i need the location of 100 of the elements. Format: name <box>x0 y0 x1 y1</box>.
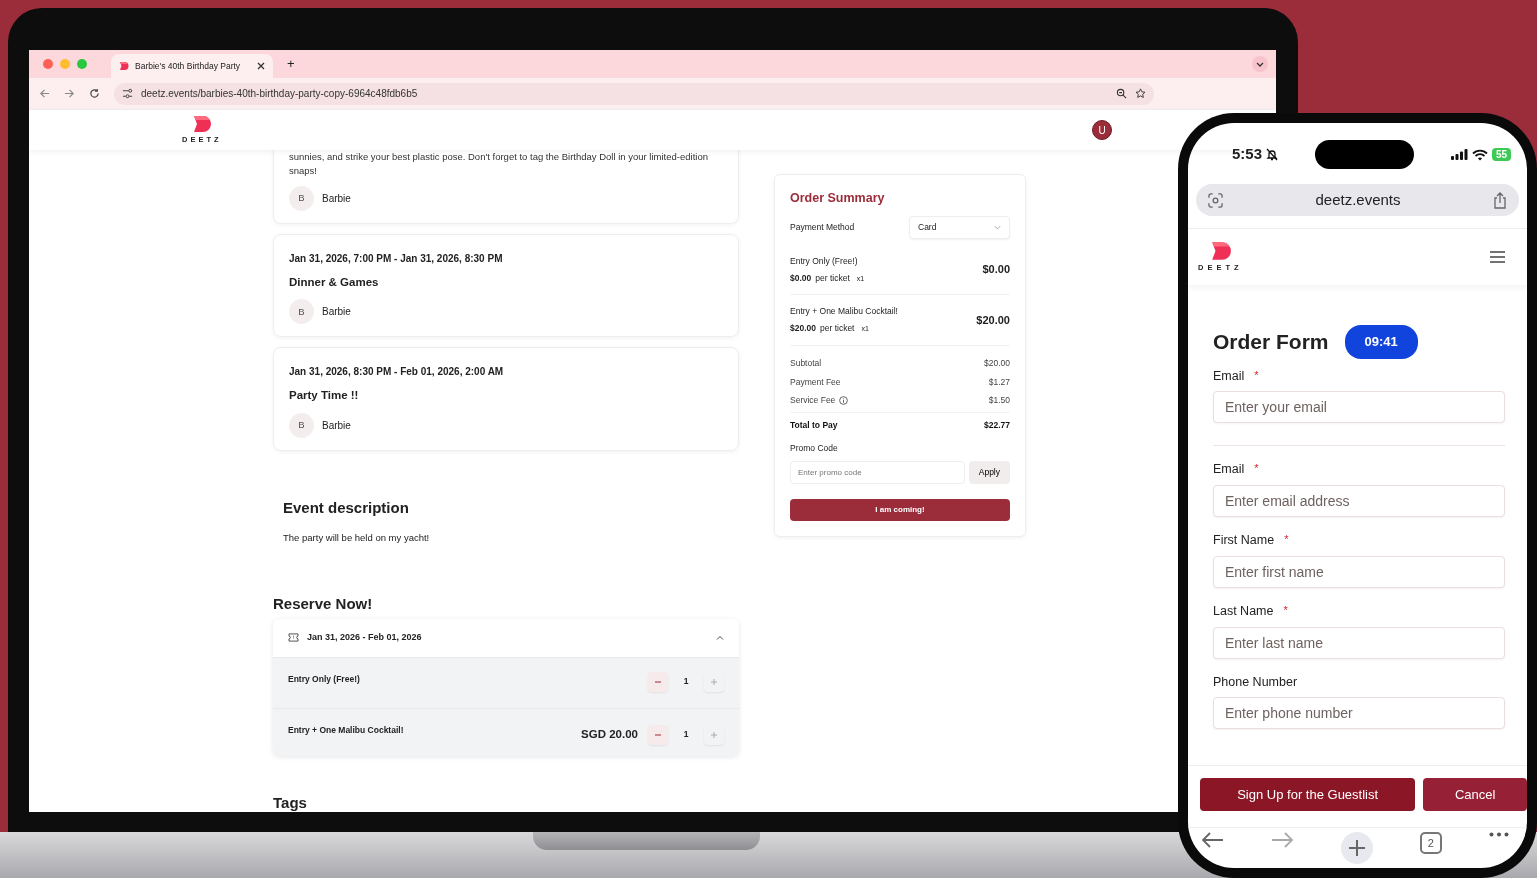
payment-method-label: Payment Method <box>790 220 855 234</box>
total-label: Subtotal <box>790 356 822 370</box>
minus-button[interactable] <box>648 671 668 692</box>
star-icon[interactable] <box>1135 88 1146 99</box>
chevron-down-icon <box>994 224 1001 230</box>
ticket-name: Entry Only (Free!) <box>288 672 361 686</box>
required-mark: * <box>1283 602 1288 618</box>
text-field[interactable]: Enter last name <box>1213 626 1505 659</box>
schedule-description: sunnies, and strike your best plastic pose. Don't forget to tag the Birthday Doll in your limited-edition snaps! <box>289 150 709 178</box>
browser-tab[interactable]: Barbie's 40th Birthday Party <box>111 54 273 78</box>
required-mark: * <box>1284 532 1289 547</box>
total-label: Service Fee <box>790 394 836 407</box>
item-total: $20.00 <box>976 312 1010 328</box>
total-value: $1.27 <box>988 375 1010 389</box>
info-icon <box>839 396 849 406</box>
status-time: 5:53 <box>1232 144 1263 165</box>
tab-title: Barbie's 40th Birthday Party <box>135 59 242 73</box>
unit-price: $20.00 <box>790 322 816 335</box>
payment-method-select[interactable]: Card <box>909 215 1010 239</box>
screen-capture-icon[interactable] <box>1208 192 1223 208</box>
host-name: Barbie <box>322 192 351 206</box>
more-icon[interactable] <box>1489 832 1509 837</box>
host-avatar: B <box>289 299 314 325</box>
host-avatar: B <box>289 412 314 438</box>
total-value: $22.77 <box>984 419 1010 432</box>
text-field[interactable]: Enter email address <box>1213 485 1505 517</box>
forward-icon[interactable] <box>64 88 75 99</box>
reload-icon[interactable] <box>89 88 100 99</box>
description-text: The party will be held on my yacht! <box>283 530 431 545</box>
schedule-title: Party Time !! <box>289 388 360 404</box>
countdown-timer: 09:41 <box>1344 325 1418 359</box>
section-heading: Tags <box>273 794 308 812</box>
summary-title: Order Summary <box>790 190 886 207</box>
text-field[interactable]: Enter first name <box>1213 555 1505 588</box>
unit-label: per ticket <box>815 271 850 285</box>
logo-icon <box>119 61 129 71</box>
form-title: Order Form <box>1213 329 1329 355</box>
unit-label: per ticket <box>820 322 855 335</box>
item-name: Entry Only (Free!) <box>790 254 859 268</box>
field-label: Last Name <box>1213 602 1274 620</box>
total-value: $1.50 <box>988 394 1010 407</box>
signal-icon <box>1450 149 1468 160</box>
url-text: deetz.events <box>1315 189 1401 210</box>
schedule-date: Jan 31, 2026, 7:00 PM - Jan 31, 2026, 8:30 PM <box>289 252 504 266</box>
bell-slash-icon <box>1266 148 1279 161</box>
apply-button[interactable]: Apply <box>968 460 1010 484</box>
address-bar[interactable]: deetz.events <box>1196 184 1519 216</box>
new-tab-button[interactable] <box>1340 832 1373 864</box>
required-mark: * <box>1254 367 1259 383</box>
text-field[interactable]: Enter your email <box>1213 391 1505 424</box>
promo-label: Promo Code <box>790 441 839 455</box>
ticket-quantity: 1 <box>682 675 690 689</box>
host-name: Barbie <box>322 418 351 433</box>
ticket-price: SGD 20.00 <box>581 727 638 743</box>
user-avatar[interactable]: U <box>1092 120 1112 140</box>
schedule-title: Dinner & Games <box>289 275 380 290</box>
url-text: deetz.events/barbies-40th-birthday-party-copy-6964c48fdb6b5 <box>141 87 419 101</box>
promo-code-field[interactable]: Enter promo code <box>790 460 965 484</box>
wifi-icon <box>1471 148 1488 161</box>
host-name: Barbie <box>322 305 351 320</box>
required-mark: * <box>1254 461 1259 477</box>
plus-icon <box>1347 839 1366 857</box>
field-label: Email <box>1213 461 1245 479</box>
address-bar[interactable]: deetz.events/barbies-40th-birthday-party-copy-6964c48fdb6b5 <box>114 82 1154 105</box>
total-label: Total to Pay <box>790 419 838 432</box>
plus-icon <box>710 677 718 686</box>
section-heading: Event description <box>283 498 410 517</box>
menu-icon[interactable] <box>1490 251 1505 263</box>
ticket-icon <box>288 633 299 643</box>
text-field[interactable]: Enter phone number <box>1213 697 1505 730</box>
ticket-name: Entry + One Malibu Cocktail! <box>288 723 405 737</box>
total-value: $20.00 <box>984 356 1010 370</box>
ticket-quantity: 1 <box>682 728 690 742</box>
field-label: Email <box>1213 367 1245 385</box>
schedule-date: Jan 31, 2026, 8:30 PM - Feb 01, 2026, 2:00 AM <box>289 365 505 380</box>
minus-button[interactable] <box>648 724 668 745</box>
sign-up-button[interactable]: Sign Up for the Guestlist <box>1200 778 1416 811</box>
accordion-header[interactable]: Jan 31, 2026 - Feb 01, 2026 <box>273 618 739 657</box>
cancel-button[interactable]: Cancel <box>1423 778 1527 811</box>
item-name: Entry + One Malibu Cocktail! <box>790 305 898 318</box>
host-avatar: B <box>289 186 314 211</box>
close-icon[interactable] <box>257 62 265 70</box>
field-label: Phone Number <box>1213 673 1298 691</box>
zoom-icon[interactable] <box>1116 88 1127 99</box>
chevron-down-icon[interactable] <box>1252 56 1268 72</box>
logo-icon <box>1210 240 1232 261</box>
submit-button[interactable]: I am coming! <box>790 498 1010 521</box>
tab-count[interactable]: 2 <box>1419 832 1442 854</box>
date-range: Jan 31, 2026 - Feb 01, 2026 <box>307 631 423 644</box>
share-icon[interactable] <box>1493 191 1507 209</box>
back-icon[interactable] <box>39 88 50 99</box>
plus-icon <box>710 730 718 739</box>
new-tab-button[interactable]: + <box>287 54 295 74</box>
section-heading: Reserve Now! <box>273 594 374 613</box>
field-label: First Name <box>1213 532 1275 549</box>
unit-price: $0.00 <box>790 271 812 285</box>
back-icon[interactable] <box>1202 832 1224 848</box>
logo-icon <box>191 114 212 133</box>
battery-level: 55 <box>1491 148 1511 161</box>
total-label: Payment Fee <box>790 375 841 389</box>
